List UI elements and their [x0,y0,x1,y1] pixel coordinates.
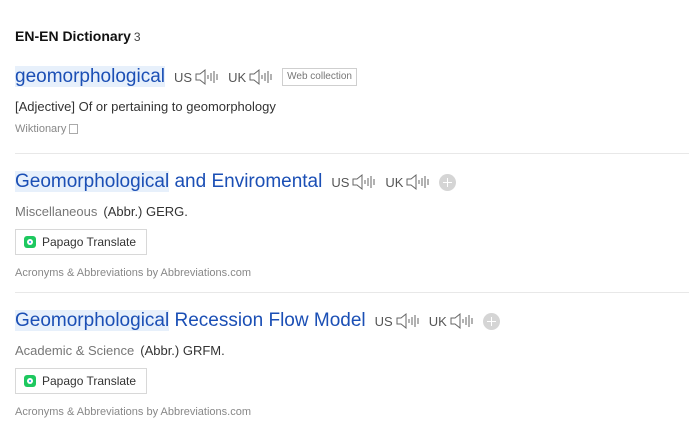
entry-word-link[interactable]: Geomorphological Recession Flow Model [15,310,366,332]
web-collection-badge: Web collection [282,68,357,86]
dictionary-entry: geomorphological US UK Web collection [A… [15,64,689,135]
entry-word-rest: and Enviromental [169,171,323,192]
pronunciation-us: US [375,312,420,330]
section-header: EN-EN Dictionary 3 [15,28,141,46]
entry-category: Miscellaneous [15,204,98,219]
pronunciation-us-label: US [331,174,350,190]
entry-source[interactable]: Wiktionary [15,123,689,135]
speaker-icon[interactable] [396,312,420,330]
entry-title-row: geomorphological US UK Web collection [15,64,689,90]
entry-attribution: Acronyms & Abbreviations by Abbreviation… [15,267,252,279]
result-count: 3 [133,30,141,44]
entry-abbreviation: (Abbr.) GRFM. [140,343,225,358]
entry-meta: Academic & Science (Abbr.) GRFM. [15,343,689,358]
external-link-icon [69,124,79,134]
divider [15,153,689,154]
papago-translate-button[interactable]: Papago Translate [15,229,148,255]
plus-circle-icon[interactable] [439,173,457,191]
dictionary-panel: EN-EN Dictionary 3 geomorphological US UK… [0,0,689,446]
pronunciation-uk-label: UK [385,174,404,190]
pronunciation-uk: UK [429,312,474,330]
entry-word-highlight: Geomorphological [15,310,170,331]
pronunciation-uk-label: UK [428,313,447,329]
pronunciation-uk: UK [228,68,273,86]
entry-definition: [Adjective] Of or pertaining to geomorph… [15,99,276,114]
papago-translate-label: Papago Translate [42,235,137,249]
papago-translate-button[interactable]: Papago Translate [15,368,148,394]
papago-logo-icon [24,375,36,387]
papago-translate-label: Papago Translate [42,374,137,388]
entry-word-rest: Recession Flow Model [169,310,366,331]
entry-attribution: Acronyms & Abbreviations by Abbreviation… [15,406,252,418]
pronunciation-uk: UK [385,173,430,191]
speaker-icon[interactable] [195,68,219,86]
speaker-icon[interactable] [249,68,273,86]
pronunciation-us-label: US [174,69,193,85]
entry-title-row: Geomorphological Recession Flow Model US… [15,308,689,334]
dictionary-entry: Geomorphological Recession Flow Model US… [15,308,689,418]
dictionary-entry: Geomorphological and Enviromental US UK … [15,169,689,279]
speaker-icon[interactable] [406,173,430,191]
entry-word-link[interactable]: geomorphological [15,66,165,88]
entry-meta: Miscellaneous (Abbr.) GERG. [15,204,689,219]
section-title: EN-EN Dictionary [15,28,131,44]
speaker-icon[interactable] [450,312,474,330]
divider [15,292,689,293]
pronunciation-us: US [331,173,376,191]
pronunciation-uk-label: UK [228,69,247,85]
speaker-icon[interactable] [352,173,376,191]
entry-title-row: Geomorphological and Enviromental US UK [15,169,689,195]
entry-word-highlight: geomorphological [15,66,165,87]
entry-category: Academic & Science [15,343,135,358]
plus-circle-icon[interactable] [482,312,500,330]
entry-abbreviation: (Abbr.) GERG. [103,204,188,219]
source-label: Wiktionary [15,123,67,135]
entry-word-highlight: Geomorphological [15,171,170,192]
pronunciation-us: US [174,68,219,86]
entry-word-link[interactable]: Geomorphological and Enviromental [15,171,322,193]
papago-logo-icon [24,236,36,248]
pronunciation-us-label: US [374,313,393,329]
